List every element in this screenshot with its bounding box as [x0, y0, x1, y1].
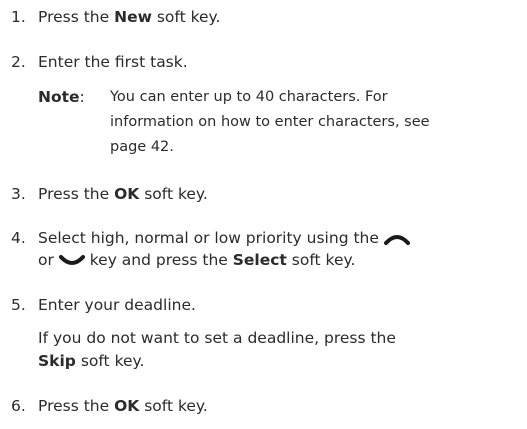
note-line-2: information on how to enter characters, …: [110, 114, 430, 130]
down-arrow-key-icon: [58, 254, 85, 265]
step-text: Press the: [38, 8, 115, 26]
step-text: or: [38, 251, 54, 269]
step-text: Enter your deadline.: [38, 296, 196, 314]
step-5-subtext-line-1: If you do not want to set a deadline, pr…: [38, 329, 396, 347]
step-1: 1. Press the New soft key.: [11, 7, 220, 27]
step-5-subtext-line-2: Skip soft key.: [38, 351, 144, 371]
softkey-name: OK: [114, 185, 140, 203]
note-line-1: You can enter up to 40 characters. For: [110, 89, 388, 105]
step-text: soft key.: [75, 352, 145, 370]
softkey-name: Select: [232, 251, 287, 269]
softkey-name: OK: [114, 397, 140, 415]
step-number: 6.: [11, 397, 26, 415]
step-number: 5.: [11, 296, 26, 314]
step-text: soft key.: [286, 251, 356, 269]
step-4: 4. Select high, normal or low priority us…: [11, 228, 410, 248]
step-number: 1.: [11, 8, 26, 26]
step-text: Enter the first task.: [38, 53, 188, 71]
step-text: soft key.: [139, 397, 208, 415]
step-text: Press the: [38, 185, 115, 203]
step-text: key and press the: [89, 251, 233, 269]
instruction-page: { "steps": [ {"num": "1.", "pre": "Press…: [0, 0, 527, 429]
step-number: 4.: [11, 229, 26, 247]
step-3: 3. Press the OK soft key.: [11, 184, 208, 204]
step-4-continued: or key and press the Select soft key.: [38, 250, 355, 270]
step-text: soft key.: [151, 8, 221, 26]
softkey-name: Skip: [38, 352, 76, 370]
step-text: Press the: [38, 397, 115, 415]
step-5: 5. Enter your deadline.: [11, 295, 196, 315]
step-text: soft key.: [139, 185, 208, 203]
step-2: 2. Enter the first task.: [11, 52, 188, 72]
note-line-3: page 42.: [110, 139, 174, 155]
softkey-name: New: [114, 8, 152, 26]
step-text: Select high, normal or low priority usin…: [38, 229, 379, 247]
step-number: 2.: [11, 53, 26, 71]
up-arrow-key-icon: [383, 234, 410, 245]
note-label: Note:: [38, 88, 85, 106]
step-number: 3.: [11, 185, 26, 203]
step-6: 6. Press the OK soft key.: [11, 396, 208, 416]
